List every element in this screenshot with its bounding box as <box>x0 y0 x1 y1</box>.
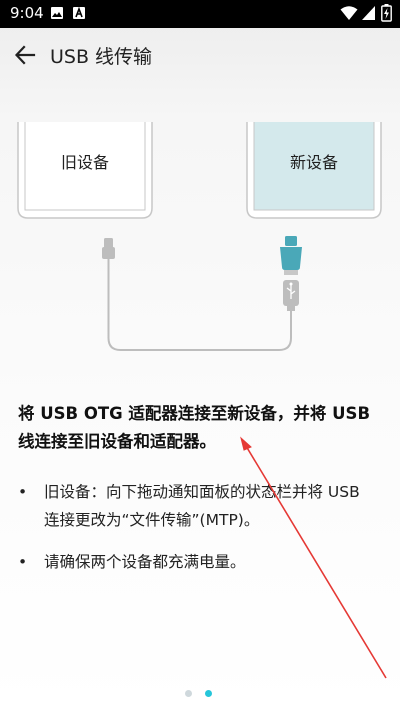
usb-transfer-illustration: 旧设备 新设备 <box>17 122 382 351</box>
page-dot-2-active[interactable] <box>205 690 212 697</box>
signal-icon <box>362 6 375 20</box>
instruction-list: • 旧设备：向下拖动通知面板的状态栏并将 USB 连接更改为“文件传输”(MTP… <box>18 478 378 576</box>
image-icon <box>51 7 63 19</box>
list-item: • 旧设备：向下拖动通知面板的状态栏并将 USB 连接更改为“文件传输”(MTP… <box>18 478 378 534</box>
old-device-label: 旧设备 <box>61 153 109 172</box>
status-time: 9:04 <box>10 4 44 22</box>
old-device: 旧设备 <box>17 122 153 219</box>
status-bar: 9:04 <box>0 0 400 28</box>
new-device-label: 新设备 <box>290 153 338 172</box>
page-title: USB 线传输 <box>50 46 153 68</box>
bullet-icon: • <box>18 483 28 501</box>
arrow-left-icon <box>14 45 36 65</box>
wifi-icon <box>340 6 358 20</box>
app-bar: USB 线传输 <box>0 28 400 82</box>
back-button[interactable] <box>6 36 44 74</box>
page-dot-1[interactable] <box>185 690 192 697</box>
otg-adapter <box>280 236 302 275</box>
bullet-icon: • <box>18 553 28 571</box>
list-item: • 请确保两个设备都充满电量。 <box>18 548 378 576</box>
list-item-text: 请确保两个设备都充满电量。 <box>44 553 246 571</box>
battery-charging-icon <box>381 4 392 22</box>
new-device: 新设备 <box>246 122 382 219</box>
notification-a-icon <box>73 6 85 19</box>
usb-cable <box>102 238 299 351</box>
instruction-headline: 将 USB OTG 适配器连接至新设备，并将 USB 线连接至旧设备和适配器。 <box>18 404 371 451</box>
list-item-text: 旧设备：向下拖动通知面板的状态栏并将 USB 连接更改为“文件传输”(MTP)。 <box>44 483 360 529</box>
page-indicator <box>0 690 400 700</box>
